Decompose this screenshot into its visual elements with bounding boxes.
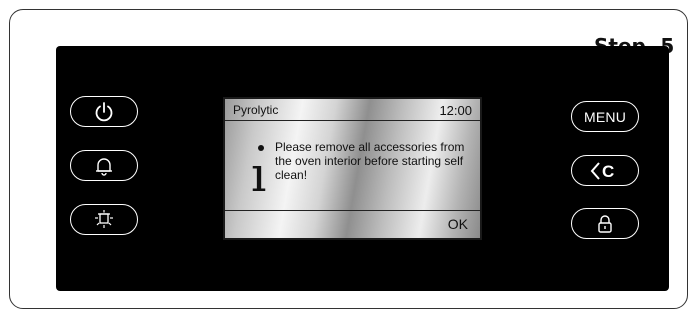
- back-cancel-button[interactable]: C: [571, 155, 639, 186]
- program-title: Pyrolytic: [233, 103, 279, 117]
- oven-light-button[interactable]: [70, 204, 138, 235]
- svg-text:C: C: [602, 162, 614, 181]
- power-button[interactable]: [70, 96, 138, 127]
- oven-light-icon: [91, 209, 117, 231]
- display-screen: Pyrolytic 12:00 ı Please remove all acce…: [223, 97, 482, 240]
- info-icon: ı: [251, 147, 267, 203]
- timer-alarm-button[interactable]: [70, 150, 138, 181]
- back-cancel-icon: C: [588, 160, 622, 182]
- lock-icon: [594, 213, 616, 235]
- menu-button-label: MENU: [583, 108, 627, 125]
- power-icon: [93, 101, 115, 123]
- bell-icon: [93, 155, 115, 177]
- screen-header: Pyrolytic 12:00: [225, 99, 480, 121]
- screen-footer: OK: [225, 210, 480, 238]
- child-lock-button[interactable]: [571, 208, 639, 239]
- menu-button[interactable]: MENU: [571, 101, 639, 132]
- warning-message: Please remove all accessories from the o…: [275, 140, 465, 182]
- ok-softkey-label[interactable]: OK: [448, 216, 468, 232]
- clock-time: 12:00: [439, 103, 472, 118]
